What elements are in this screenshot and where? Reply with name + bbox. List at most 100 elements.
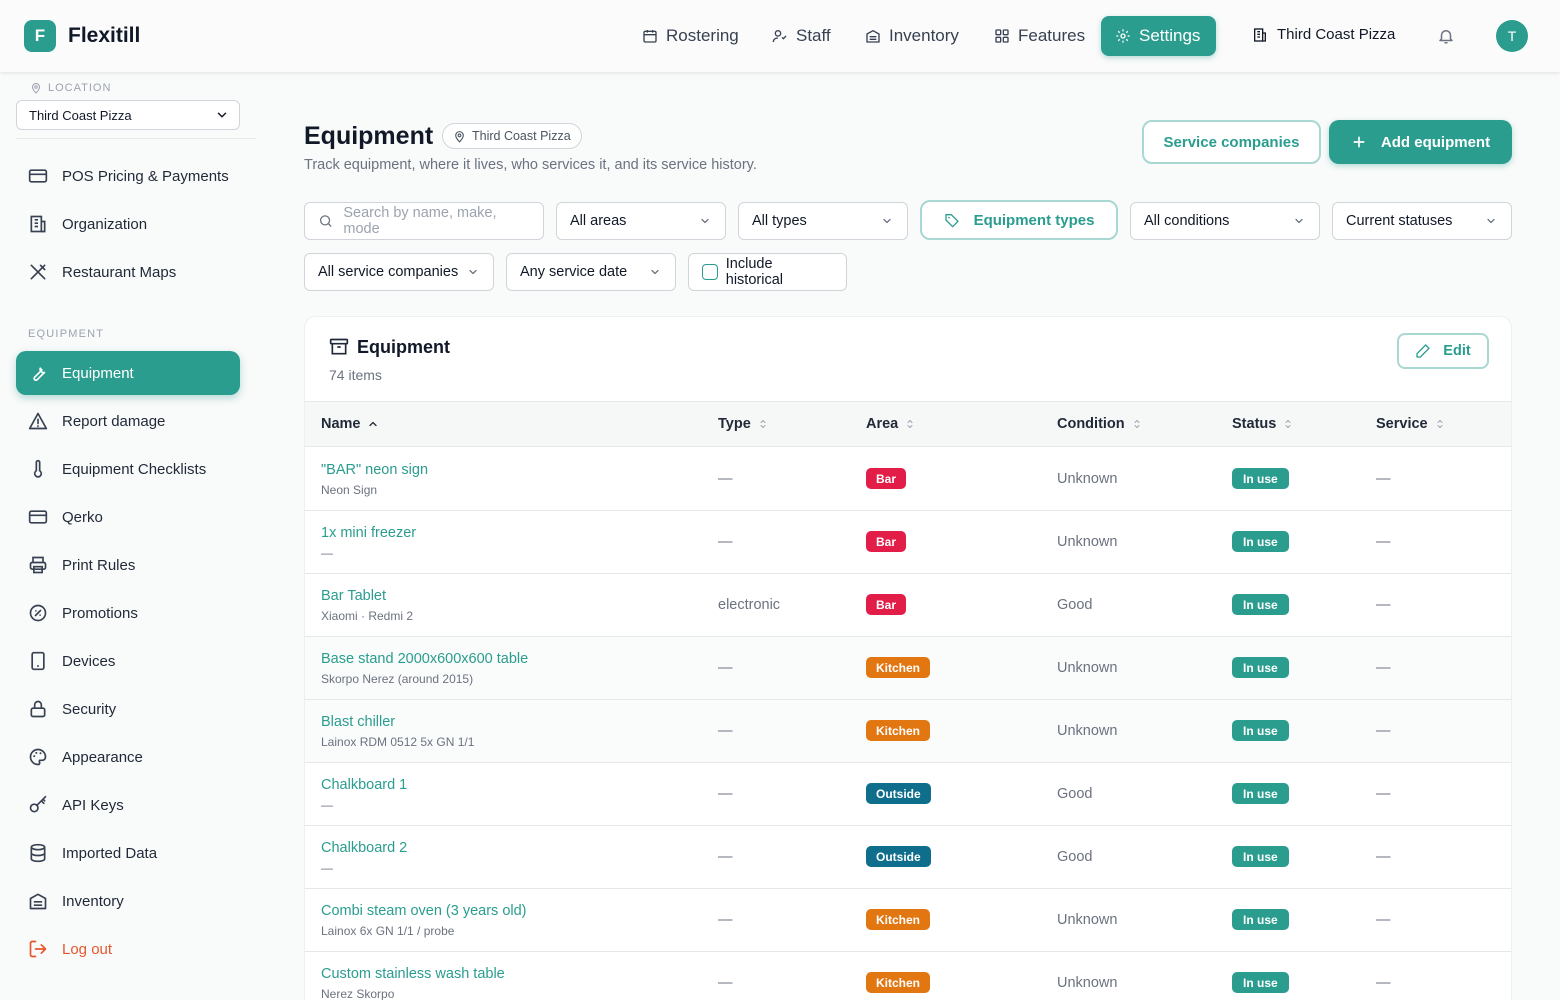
avatar[interactable]: T (1496, 20, 1528, 52)
condition-value: Unknown (1057, 912, 1118, 928)
location-pill-text: Third Coast Pizza (472, 129, 571, 143)
equipment-name-link[interactable]: Base stand 2000x600x600 table (321, 651, 528, 667)
sidebar-item-appearance[interactable]: Appearance (16, 735, 240, 779)
table-row[interactable]: Base stand 2000x600x600 table Skorpo Nere… (305, 637, 1511, 700)
status-badge: In use (1232, 909, 1289, 930)
nav-settings[interactable]: Settings (1101, 16, 1216, 56)
sidebar-item-organization[interactable]: Organization (16, 202, 240, 246)
status-badge: In use (1232, 783, 1289, 804)
nav-inventory[interactable]: Inventory (851, 16, 973, 56)
sort-icon (904, 418, 916, 430)
status-badge: In use (1232, 594, 1289, 615)
area-badge: Kitchen (866, 720, 931, 741)
sidebar-item-inventory[interactable]: Inventory (16, 879, 240, 923)
condition-value: Unknown (1057, 660, 1118, 676)
service-companies-select[interactable]: All service companies (304, 253, 494, 291)
top-bar: F Flexitill Rostering Staff Inventory Fe… (0, 0, 1560, 72)
sidebar-item-devices[interactable]: Devices (16, 639, 240, 683)
sidebar-item-qerko[interactable]: Qerko (16, 495, 240, 539)
service-companies-button[interactable]: Service companies (1142, 120, 1321, 164)
column-header-type[interactable]: Type (718, 416, 769, 432)
condition-value: Good (1057, 849, 1093, 865)
column-header-condition[interactable]: Condition (1057, 416, 1143, 432)
sidebar-item-imported-data[interactable]: Imported Data (16, 831, 240, 875)
service-value: — (1376, 723, 1391, 739)
sidebar-item-equipment-checklists[interactable]: Equipment Checklists (16, 447, 240, 491)
sidebar: LOCATION Third Coast Pizza POS Pricing &… (0, 72, 256, 1000)
select-value: All service companies (318, 264, 459, 280)
table-row[interactable]: 1x mini freezer — — Bar Unknown In use — (305, 511, 1511, 574)
equipment-name-link[interactable]: "BAR" neon sign (321, 462, 428, 478)
venue-switcher[interactable]: Third Coast Pizza (1252, 26, 1395, 43)
areas-select[interactable]: All areas (556, 202, 726, 240)
equipment-name-link[interactable]: Custom stainless wash table (321, 966, 505, 982)
app-name[interactable]: Flexitill (68, 24, 140, 48)
table-row[interactable]: Bar Tablet Xiaomi · Redmi 2 electronic Bar G… (305, 574, 1511, 637)
chevron-down-icon (1485, 215, 1497, 227)
edit-button[interactable]: Edit (1397, 333, 1489, 369)
sidebar-item-equipment[interactable]: Equipment (16, 351, 240, 395)
sidebar-item-security[interactable]: Security (16, 687, 240, 731)
search-placeholder: Search by name, make, mode (343, 205, 497, 237)
equipment-name-link[interactable]: Chalkboard 1 (321, 777, 407, 793)
table-row[interactable]: Chalkboard 1 — — Outside Good In use — (305, 763, 1511, 826)
equipment-name-link[interactable]: Combi steam oven (3 years old) (321, 903, 527, 919)
equipment-name-link[interactable]: Bar Tablet (321, 588, 386, 604)
pencil-icon (1415, 343, 1431, 359)
checkbox-label: Include historical (725, 256, 783, 288)
equipment-types-button[interactable]: Equipment types (920, 200, 1118, 240)
service-value: — (1376, 471, 1391, 487)
chevron-down-icon (1293, 215, 1305, 227)
add-equipment-button[interactable]: Add equipment (1329, 120, 1512, 164)
equipment-type: — (718, 471, 733, 487)
area-badge: Bar (866, 468, 907, 489)
include-historical-toggle[interactable]: Include historical (688, 253, 847, 291)
table-row[interactable]: Blast chiller Lainox RDM 0512 5x GN 1/1 — K… (305, 700, 1511, 763)
sidebar-item-restaurant-maps[interactable]: Restaurant Maps (16, 250, 240, 294)
app-logo[interactable]: F (24, 20, 56, 52)
item-count: 74 items (329, 367, 382, 383)
location-label: LOCATION (30, 82, 111, 94)
nav-rostering[interactable]: Rostering (628, 16, 753, 56)
equipment-name-link[interactable]: Blast chiller (321, 714, 395, 730)
types-select[interactable]: All types (738, 202, 908, 240)
location-select[interactable]: Third Coast Pizza (16, 100, 240, 130)
table-row[interactable]: "BAR" neon sign Neon Sign — Bar Unknown In us… (305, 448, 1511, 511)
logout-button[interactable]: Log out (16, 927, 240, 971)
include-historical-checkbox[interactable] (702, 264, 718, 280)
sort-icon (1131, 418, 1143, 430)
bell-icon[interactable] (1437, 27, 1455, 45)
sidebar-item-promotions[interactable]: Promotions (16, 591, 240, 635)
column-header-area[interactable]: Area (866, 416, 916, 432)
column-header-status[interactable]: Status (1232, 416, 1294, 432)
table-row[interactable]: Combi steam oven (3 years old) Lainox 6x … (305, 889, 1511, 952)
service-date-select[interactable]: Any service date (506, 253, 676, 291)
calendar-icon (642, 28, 658, 44)
statuses-select[interactable]: Current statuses (1332, 202, 1512, 240)
status-badge: In use (1232, 720, 1289, 741)
area-badge: Kitchen (866, 909, 931, 930)
sidebar-item-report-damage[interactable]: Report damage (16, 399, 240, 443)
conditions-select[interactable]: All conditions (1130, 202, 1320, 240)
equipment-name-link[interactable]: 1x mini freezer (321, 525, 416, 541)
nav-staff[interactable]: Staff (758, 16, 845, 56)
nav-features[interactable]: Features (980, 16, 1099, 56)
sidebar-item-label: Promotions (62, 604, 138, 622)
grid-icon (994, 28, 1010, 44)
badge-percent-icon (28, 603, 48, 623)
equipment-name-link[interactable]: Chalkboard 2 (321, 840, 407, 856)
table-row[interactable]: Custom stainless wash table Nerez Skorpo —… (305, 952, 1511, 1000)
table-row[interactable]: Chalkboard 2 — — Outside Good In use — (305, 826, 1511, 889)
card-icon (28, 507, 48, 527)
nav-label: Settings (1139, 26, 1201, 45)
sidebar-item-print-rules[interactable]: Print Rules (16, 543, 240, 587)
area-badge: Bar (866, 531, 907, 552)
search-input[interactable]: Search by name, make, mode (304, 202, 544, 240)
sidebar-item-pos-pricing[interactable]: POS Pricing & Payments (16, 154, 240, 198)
sidebar-item-api-keys[interactable]: API Keys (16, 783, 240, 827)
table-title: Equipment (357, 337, 450, 357)
equipment-model: — (321, 861, 333, 875)
select-value: All types (752, 213, 807, 229)
column-header-service[interactable]: Service (1376, 416, 1446, 432)
column-header-name[interactable]: Name (321, 416, 379, 432)
